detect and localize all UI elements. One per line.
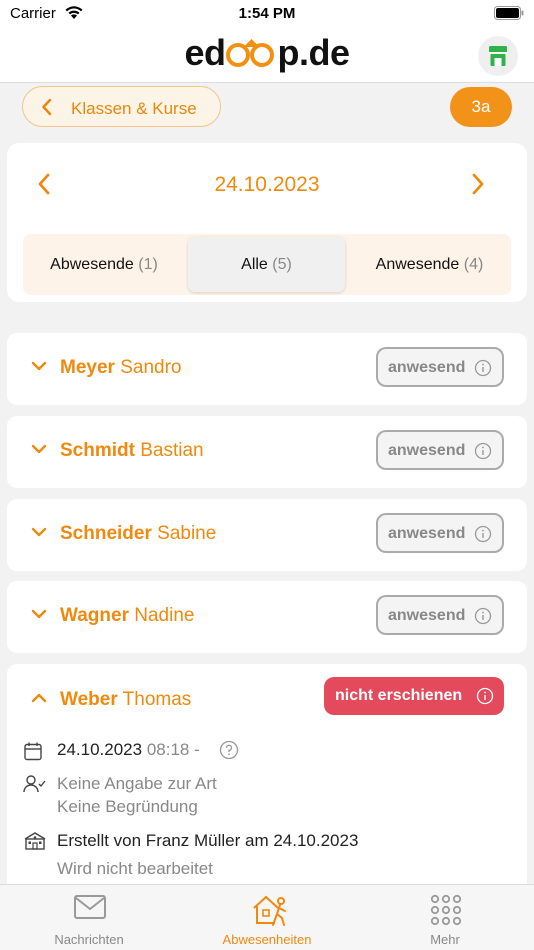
status-label: anwesend xyxy=(388,607,466,624)
student-last-name: Wagner xyxy=(60,605,129,626)
status-badge[interactable]: nicht erschienen xyxy=(324,677,504,715)
owl-eyes-icon xyxy=(225,39,278,67)
tab-bar: Nachrichten Abwesenheiten Mehr xyxy=(0,884,534,950)
chevron-down-icon xyxy=(31,444,47,454)
info-icon xyxy=(474,525,492,543)
next-day-button[interactable] xyxy=(471,173,485,195)
tab-label: Nachrichten xyxy=(54,932,124,947)
student-first-name: Thomas xyxy=(122,689,192,710)
info-icon xyxy=(474,607,492,625)
chevron-down-icon xyxy=(31,361,47,371)
segment-present[interactable]: Anwesende (4) xyxy=(348,234,511,295)
selected-date[interactable]: 24.10.2023 xyxy=(7,173,527,197)
back-button[interactable]: Klassen & Kurse xyxy=(22,86,221,127)
segment-count: (4) xyxy=(463,256,484,273)
tab-abwesenheiten[interactable]: Abwesenheiten xyxy=(178,885,356,950)
absence-type: Keine Angabe zur Art xyxy=(57,774,217,793)
student-row[interactable]: Schmidt Bastian anwesend xyxy=(7,416,527,488)
app-header: ed p.de xyxy=(0,28,534,83)
tab-label: Mehr xyxy=(430,932,460,947)
info-icon xyxy=(476,687,494,705)
student-name: Schmidt Bastian xyxy=(60,440,204,462)
student-first-name: Bastian xyxy=(140,440,204,461)
segment-absent[interactable]: Abwesende (1) xyxy=(23,234,185,295)
school-icon xyxy=(24,832,46,850)
topbar: Klassen & Kurse 3a xyxy=(0,84,534,132)
segment-label: Alle xyxy=(241,256,268,273)
tab-mehr[interactable]: Mehr xyxy=(356,885,534,950)
processing-status: Wird nicht bearbeitet xyxy=(57,859,213,878)
student-name: Wagner Nadine xyxy=(60,605,194,627)
student-first-name: Sandro xyxy=(120,357,182,378)
edoop-logo: ed p.de xyxy=(0,32,534,74)
absence-date: 24.10.2023 xyxy=(57,740,143,759)
status-badge[interactable]: anwesend xyxy=(376,430,504,470)
absence-time: 08:18 - xyxy=(146,740,200,759)
battery-icon xyxy=(494,6,524,20)
logo-prefix: ed xyxy=(184,32,226,73)
segment-count: (5) xyxy=(272,256,292,273)
student-name: Weber Thomas xyxy=(60,689,191,711)
student-row[interactable]: Meyer Sandro anwesend xyxy=(7,333,527,405)
filter-segmented-control: Abwesende (1) Alle (5) Anwesende (4) xyxy=(23,234,511,295)
store-button[interactable] xyxy=(478,36,518,76)
back-button-label: Klassen & Kurse xyxy=(71,99,197,118)
tab-label: Abwesenheiten xyxy=(222,932,312,947)
student-row[interactable]: Wagner Nadine anwesend xyxy=(7,581,527,653)
student-last-name: Weber xyxy=(60,689,118,710)
class-badge[interactable]: 3a xyxy=(450,87,512,127)
info-icon xyxy=(474,359,492,377)
absence-datetime: 24.10.2023 08:18 - xyxy=(57,740,200,760)
student-last-name: Schneider xyxy=(60,523,152,544)
tab-nachrichten[interactable]: Nachrichten xyxy=(0,885,178,950)
student-row[interactable]: Schneider Sabine anwesend xyxy=(7,499,527,571)
logo-suffix: p.de xyxy=(277,32,351,73)
status-badge[interactable]: anwesend xyxy=(376,513,504,553)
absence-icon xyxy=(253,895,286,926)
status-label: anwesend xyxy=(388,525,466,542)
absence-reason: Keine Begründung xyxy=(57,797,198,816)
info-icon xyxy=(474,442,492,460)
segment-all[interactable]: Alle (5) xyxy=(188,237,345,292)
person-check-icon xyxy=(23,775,46,793)
segment-label: Abwesende xyxy=(50,256,134,273)
student-last-name: Schmidt xyxy=(60,440,135,461)
student-first-name: Nadine xyxy=(134,605,195,626)
status-label: nicht erschienen xyxy=(335,687,463,704)
calendar-icon xyxy=(24,742,42,761)
status-label: anwesend xyxy=(388,442,466,459)
student-row-expanded[interactable]: Weber Thomas nicht erschienen 24.10.2023… xyxy=(7,664,527,904)
student-name: Schneider Sabine xyxy=(60,523,216,545)
segment-count: (1) xyxy=(138,256,158,273)
date-card: 24.10.2023 Abwesende (1) Alle (5) Anwese… xyxy=(7,143,527,302)
chevron-down-icon xyxy=(31,609,47,619)
segment-label: Anwesende xyxy=(375,256,460,273)
clock: 1:54 PM xyxy=(238,5,296,22)
chevron-left-icon xyxy=(42,98,52,116)
status-label: anwesend xyxy=(388,359,466,376)
status-bar: Carrier 1:54 PM xyxy=(0,0,534,28)
mail-icon xyxy=(74,895,106,919)
grid-icon xyxy=(430,894,462,926)
student-first-name: Sabine xyxy=(157,523,217,544)
chevron-up-icon xyxy=(31,693,47,703)
created-by: Erstellt von Franz Müller am 24.10.2023 xyxy=(57,831,359,850)
student-name: Meyer Sandro xyxy=(60,357,181,379)
question-icon[interactable] xyxy=(219,740,239,760)
store-icon xyxy=(489,46,507,66)
status-badge[interactable]: anwesend xyxy=(376,595,504,635)
status-badge[interactable]: anwesend xyxy=(376,347,504,387)
student-last-name: Meyer xyxy=(60,357,115,378)
chevron-down-icon xyxy=(31,527,47,537)
